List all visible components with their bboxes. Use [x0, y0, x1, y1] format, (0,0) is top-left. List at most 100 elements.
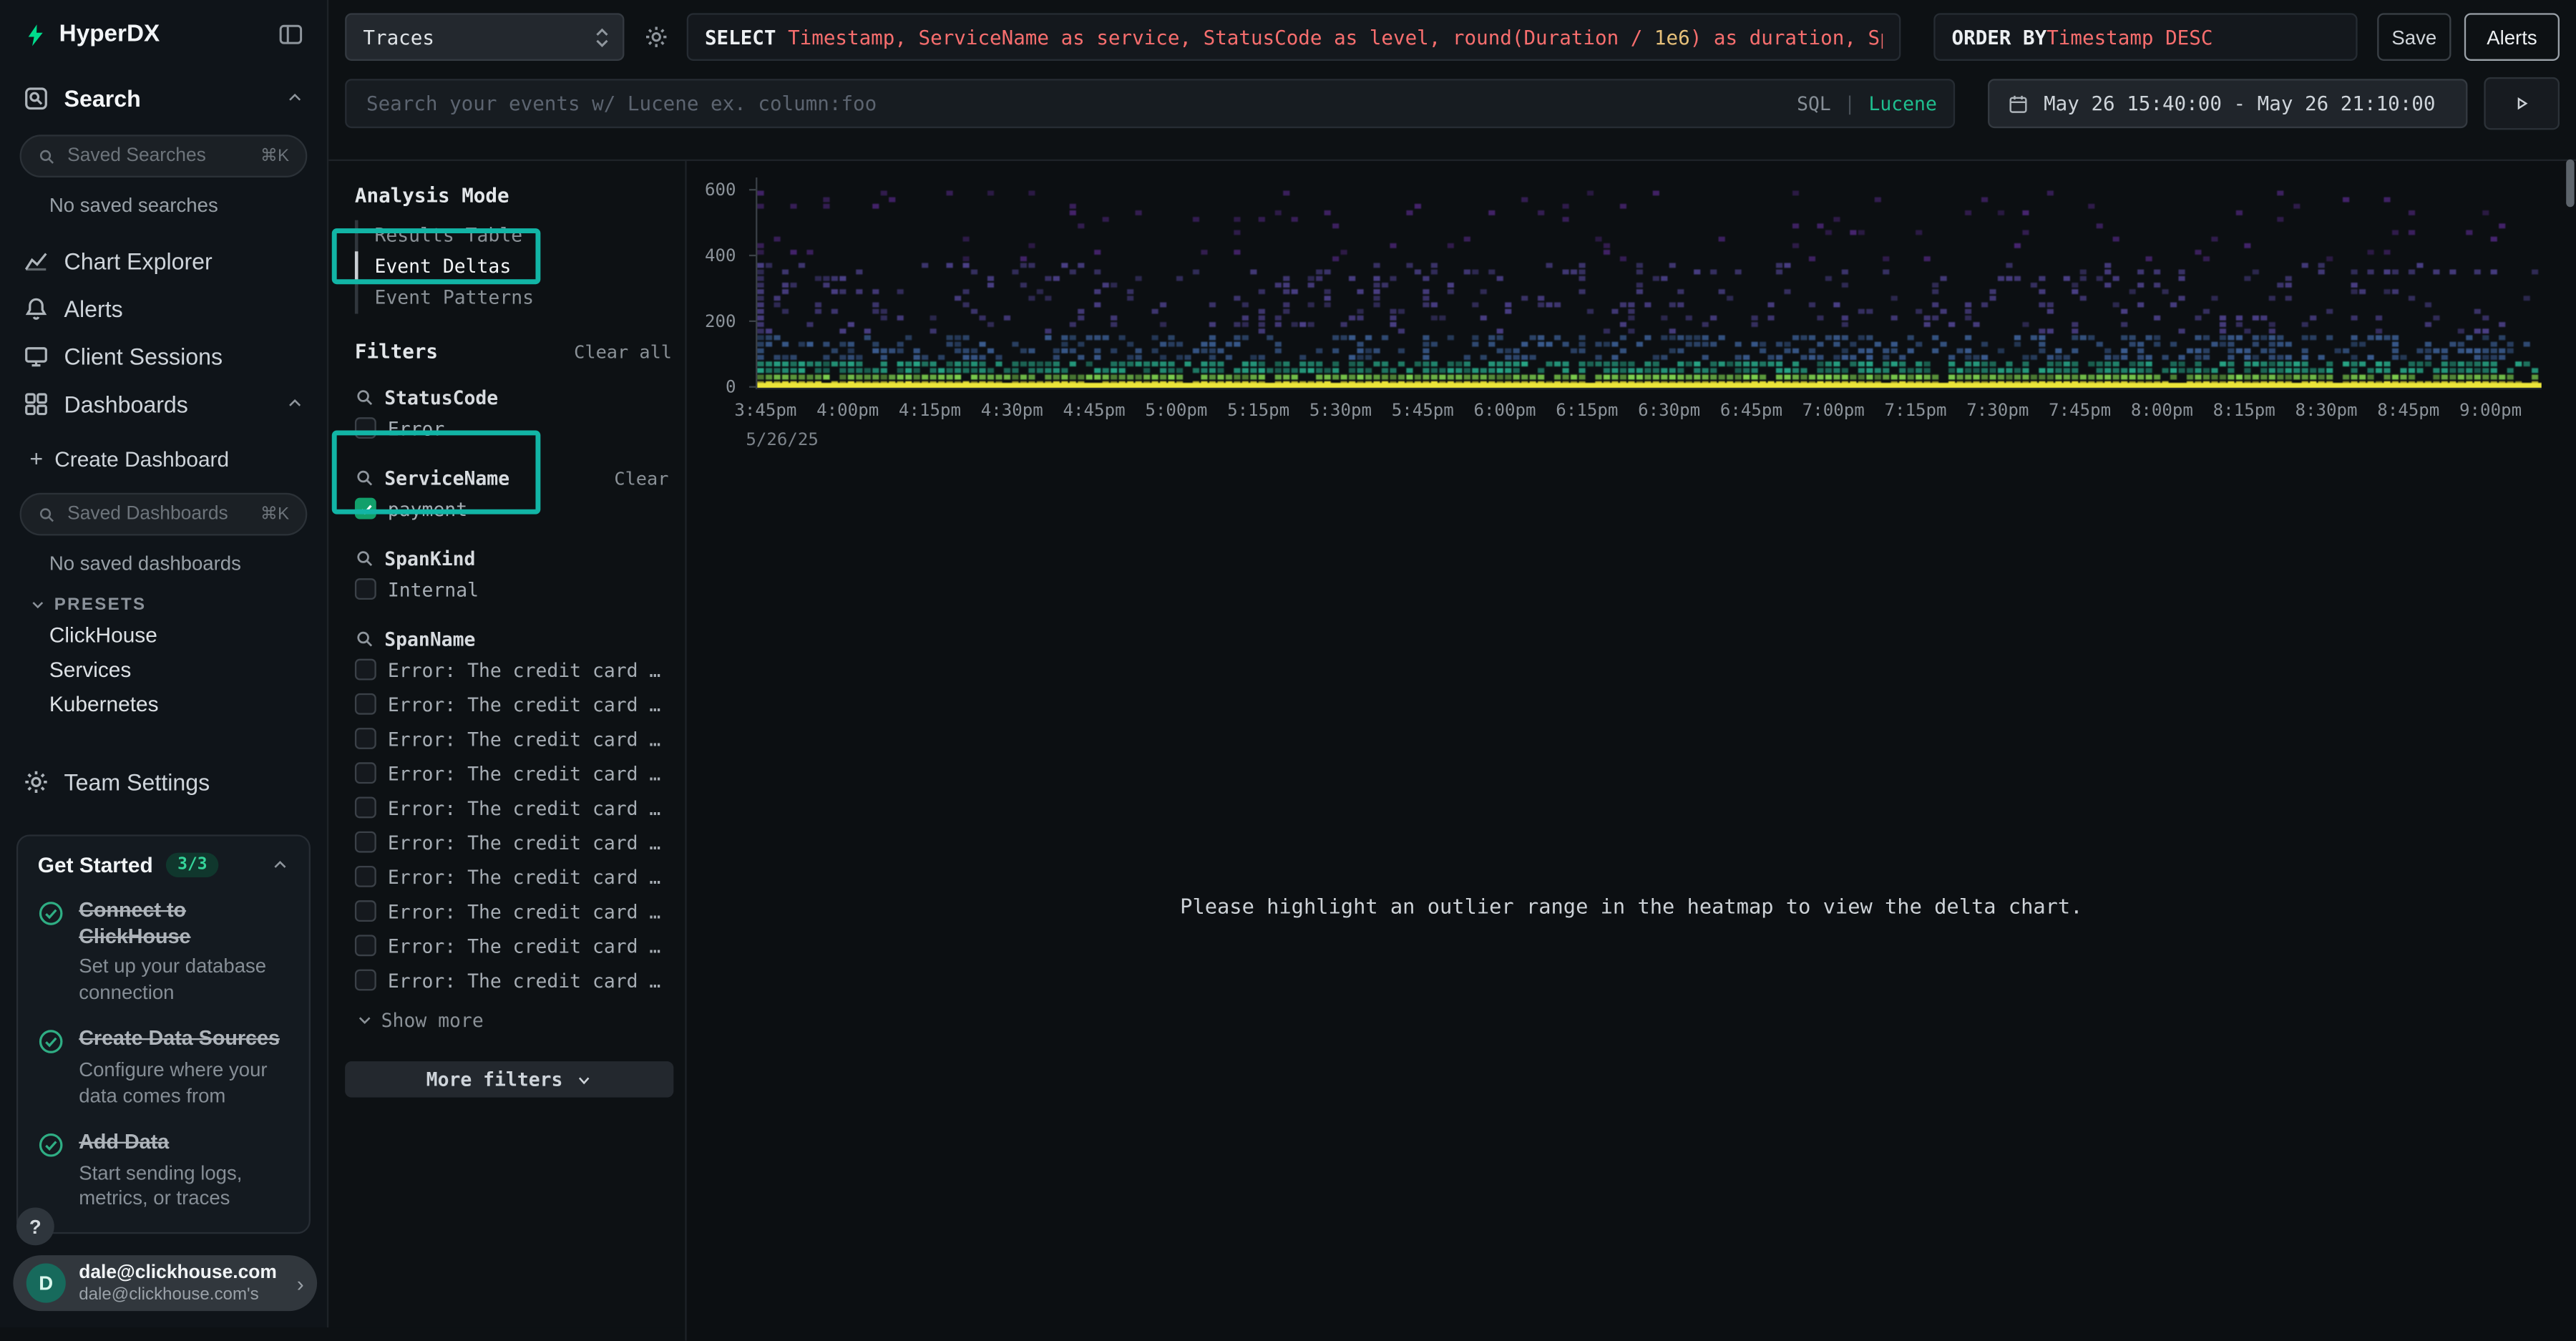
search-icon: [355, 549, 375, 569]
alerts-button[interactable]: Alerts: [2464, 13, 2560, 61]
chevron-up-icon[interactable]: [271, 856, 289, 874]
get-started-steps: Connect to ClickHouseSet up your databas…: [38, 899, 289, 1213]
chevron-up-icon: [286, 394, 303, 412]
filter-group-header[interactable]: ServiceNameClear: [355, 467, 672, 489]
analysis-mode-event-deltas[interactable]: Event Deltas: [355, 251, 672, 283]
checkbox[interactable]: [355, 970, 376, 991]
app-logo[interactable]: HyperDX: [23, 21, 160, 48]
show-more-link[interactable]: Show more: [355, 1009, 672, 1032]
filter-option[interactable]: Error: The credit card …: [355, 757, 672, 789]
presets-toggle[interactable]: PRESETS: [29, 595, 327, 615]
sidebar-collapse-icon[interactable]: [278, 21, 304, 48]
checkbox[interactable]: [355, 728, 376, 749]
sidebar-item-team-settings[interactable]: Team Settings: [0, 757, 327, 805]
filter-group-header[interactable]: SpanName: [355, 628, 672, 650]
filter-option[interactable]: Error: The credit card …: [355, 723, 672, 754]
checkbox[interactable]: [355, 417, 376, 439]
filter-option[interactable]: Error: The credit card …: [355, 895, 672, 927]
sidebar-item-alerts[interactable]: Alerts: [0, 284, 327, 332]
clear-all-filters-link[interactable]: Clear all: [574, 342, 672, 364]
check-circle-icon: [38, 1029, 64, 1055]
lang-toggle-lucene[interactable]: Lucene: [1868, 92, 1936, 115]
user-menu[interactable]: D dale@clickhouse.com dale@clickhouse.co…: [13, 1256, 317, 1312]
saved-dashboards-input[interactable]: Saved Dashboards ⌘K: [20, 493, 308, 536]
checkbox[interactable]: [355, 935, 376, 956]
create-dashboard-button[interactable]: + Create Dashboard: [0, 440, 327, 477]
filters-panel: Analysis Mode Results TableEvent DeltasE…: [328, 161, 687, 1341]
sidebar-item-dashboards[interactable]: Dashboards: [0, 379, 327, 427]
sidebar-preset-services[interactable]: Services: [0, 652, 327, 686]
filter-group-header[interactable]: StatusCode: [355, 386, 672, 409]
vertical-scrollbar-thumb[interactable]: [2566, 160, 2574, 208]
sidebar-item-search[interactable]: Search: [0, 74, 327, 122]
save-button[interactable]: Save: [2377, 13, 2451, 61]
sidebar-item-chart-explorer[interactable]: Chart Explorer: [0, 237, 327, 285]
filter-option[interactable]: Error: [355, 412, 672, 444]
x-tick-label: 8:15pm: [2203, 401, 2285, 421]
event-search-bar[interactable]: SQL | Lucene: [345, 79, 1955, 128]
get-started-step-texts: Connect to ClickHouseSet up your databas…: [79, 899, 289, 1006]
filter-clear-link[interactable]: Clear: [614, 467, 672, 489]
check-circle-icon: [38, 900, 64, 927]
checkbox[interactable]: [355, 659, 376, 681]
x-tick-label: 3:45pm: [724, 401, 806, 421]
duration-heatmap[interactable]: [756, 177, 2542, 389]
x-tick-label: 9:00pm: [2449, 401, 2532, 421]
lang-toggle-sql[interactable]: SQL: [1797, 92, 1831, 115]
x-tick-label: 5:00pm: [1135, 401, 1217, 421]
checkbox[interactable]: [355, 578, 376, 600]
filter-option[interactable]: Error: The credit card …: [355, 861, 672, 892]
search-icon: [38, 147, 56, 165]
saved-searches-input[interactable]: Saved Searches ⌘K: [20, 135, 308, 177]
source-select-value: Traces: [363, 26, 434, 49]
no-saved-searches-text: No saved searches: [49, 194, 327, 217]
filter-option-label: Error: The credit card …: [388, 658, 661, 681]
get-started-step: Create Data SourcesConfigure where your …: [38, 1028, 289, 1109]
filter-group-header[interactable]: SpanKind: [355, 547, 672, 570]
run-query-button[interactable]: [2484, 77, 2560, 130]
help-label: ?: [29, 1216, 42, 1239]
help-button[interactable]: ?: [16, 1208, 54, 1246]
filters-label: Filters: [355, 340, 438, 363]
filter-option-label: Internal: [388, 577, 479, 600]
no-saved-dashboards-text: No saved dashboards: [49, 552, 327, 575]
sidebar-preset-clickhouse[interactable]: ClickHouse: [0, 618, 327, 652]
order-by-editor[interactable]: ORDER BY Timestamp DESC: [1933, 13, 2357, 61]
get-started-step-title: Connect to ClickHouse: [79, 899, 289, 950]
user-subtitle: dale@clickhouse.com's: [79, 1284, 277, 1305]
monitor-icon: [23, 343, 49, 369]
get-started-step: Add DataStart sending logs, metrics, or …: [38, 1131, 289, 1212]
filter-option[interactable]: payment: [355, 493, 672, 525]
filter-option[interactable]: Internal: [355, 573, 672, 605]
checkbox[interactable]: [355, 866, 376, 887]
sidebar-preset-kubernetes[interactable]: Kubernetes: [0, 687, 327, 721]
search-nav-icon: [23, 84, 49, 111]
x-tick-label: 7:00pm: [1792, 401, 1875, 421]
more-filters-button[interactable]: More filters: [345, 1061, 673, 1098]
checkbox[interactable]: [355, 693, 376, 715]
filter-option[interactable]: Error: The credit card …: [355, 930, 672, 961]
checkbox[interactable]: [355, 900, 376, 922]
source-select[interactable]: Traces: [345, 13, 624, 61]
sidebar-item-client-sessions[interactable]: Client Sessions: [0, 332, 327, 380]
sql-select-editor[interactable]: SELECT Timestamp, ServiceName as service…: [687, 13, 1901, 61]
heatmap-canvas[interactable]: [757, 177, 2541, 388]
filter-option-label: Error: The credit card …: [388, 761, 661, 784]
avatar: D: [26, 1264, 66, 1303]
gear-icon: [23, 768, 49, 794]
filter-option[interactable]: Error: The credit card …: [355, 826, 672, 858]
analysis-mode-event-patterns[interactable]: Event Patterns: [355, 283, 672, 314]
checkbox[interactable]: [355, 797, 376, 819]
filter-option[interactable]: Error: The credit card …: [355, 654, 672, 686]
checkbox[interactable]: [355, 498, 376, 520]
checkbox[interactable]: [355, 832, 376, 853]
get-started-step: Connect to ClickHouseSet up your databas…: [38, 899, 289, 1006]
source-settings-button[interactable]: [638, 24, 674, 49]
analysis-mode-results-table[interactable]: Results Table: [355, 220, 672, 252]
search-input[interactable]: [363, 90, 1783, 117]
filter-option[interactable]: Error: The credit card …: [355, 792, 672, 824]
date-range-picker[interactable]: May 26 15:40:00 - May 26 21:10:00: [1988, 79, 2467, 128]
filter-option[interactable]: Error: The credit card …: [355, 688, 672, 720]
filter-option[interactable]: Error: The credit card …: [355, 965, 672, 996]
checkbox[interactable]: [355, 762, 376, 784]
